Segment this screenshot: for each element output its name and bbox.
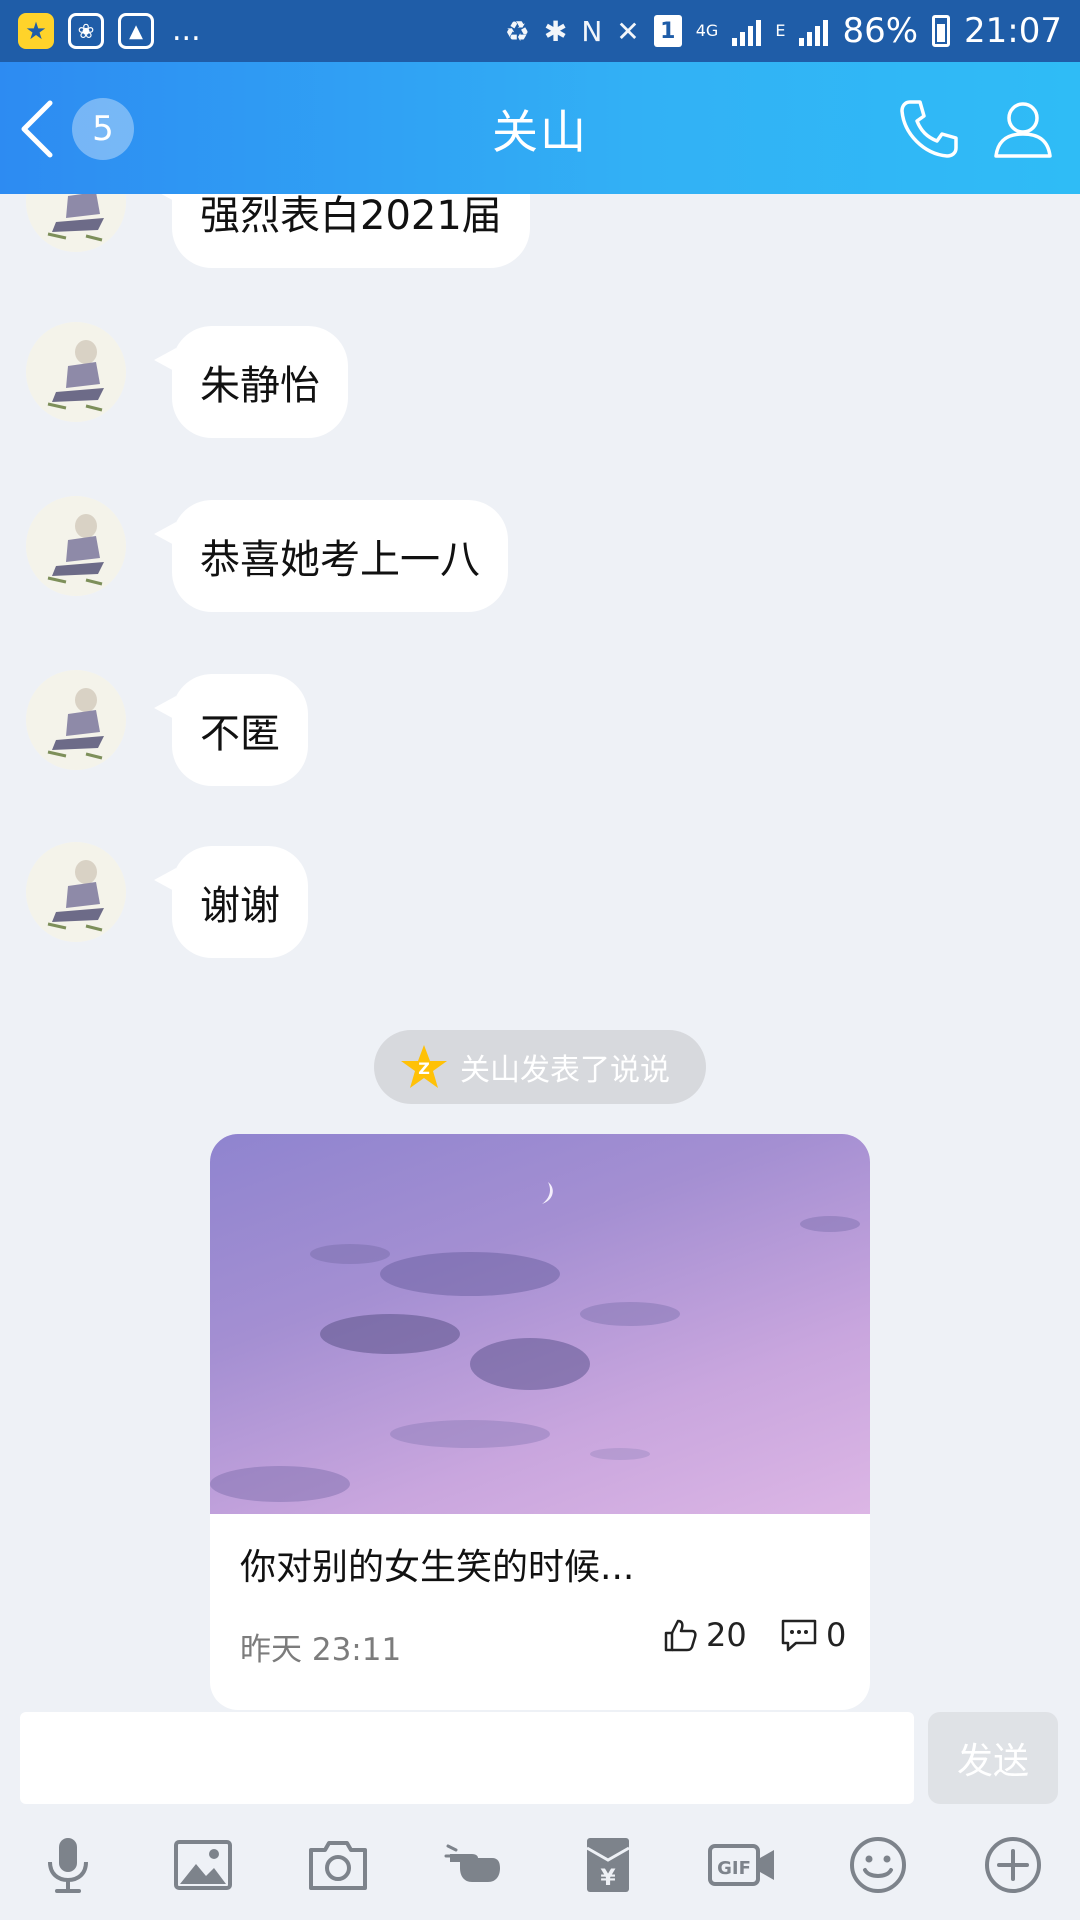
nfc-icon: N	[581, 14, 603, 48]
gif-button[interactable]: GIF	[675, 1810, 810, 1920]
avatar[interactable]	[26, 194, 126, 252]
qzone-star-icon: Z	[401, 1045, 447, 1088]
image-icon	[173, 1840, 232, 1890]
camera-icon	[308, 1841, 367, 1890]
gallery-notification-icon: ▲	[118, 13, 154, 49]
input-row: 发送	[0, 1710, 1080, 1810]
message-row: 不匿	[0, 670, 1080, 790]
profile-icon[interactable]	[990, 96, 1056, 162]
like-button[interactable]: 20	[662, 1616, 747, 1654]
mute-icon: ✕	[616, 14, 640, 48]
battery-percent: 86%	[842, 11, 919, 51]
voice-button[interactable]	[0, 1810, 135, 1920]
post-text: 你对别的女生笑的时候...	[240, 1547, 635, 1588]
message-row: 恭喜她考上一八	[0, 496, 1080, 616]
status-bar: ★ ❀ ▲ ... ♻ ✱ N ✕ 1 4G E 86% 21:07	[0, 0, 1080, 62]
input-toolbar: ¥ GIF	[0, 1810, 1080, 1920]
comment-button[interactable]: 0	[780, 1616, 846, 1654]
emoji-icon	[849, 1837, 906, 1893]
post-time: 昨天 23:11	[240, 1632, 402, 1668]
emoji-button[interactable]	[810, 1810, 945, 1920]
chat-header: 5 关山	[0, 62, 1080, 194]
signal-icon	[732, 16, 762, 46]
avatar[interactable]	[26, 842, 126, 942]
comment-icon	[781, 1619, 817, 1652]
camera-button[interactable]	[270, 1810, 405, 1920]
message-row: 强烈表白2021届	[0, 194, 1080, 272]
poke-hand-icon	[444, 1844, 500, 1882]
post-image	[210, 1134, 870, 1514]
bluetooth-icon: ✱	[543, 14, 568, 48]
message-bubble[interactable]: 恭喜她考上一八	[154, 500, 508, 612]
qq-notification-icon: ★	[18, 13, 54, 49]
like-count: 20	[706, 1616, 747, 1654]
signal-icon-2	[799, 16, 829, 46]
message-bubble[interactable]: 朱静怡	[154, 326, 348, 438]
message-bubble[interactable]: 强烈表白2021届	[154, 194, 530, 268]
network-type-2: E	[775, 21, 786, 40]
poke-button[interactable]	[405, 1810, 540, 1920]
message-input[interactable]	[20, 1712, 914, 1804]
microphone-icon	[47, 1838, 88, 1893]
network-type: 4G	[695, 21, 719, 40]
red-packet-button[interactable]: ¥	[540, 1810, 675, 1920]
send-button[interactable]: 发送	[928, 1712, 1058, 1804]
more-button[interactable]	[945, 1810, 1080, 1920]
thumbs-up-icon	[664, 1619, 697, 1652]
chat-area[interactable]: 强烈表白2021届 朱静怡 恭喜她考上一八 不匿 谢谢 Z 关山发表了说说 你对…	[0, 194, 1080, 1710]
comment-count: 0	[826, 1616, 847, 1654]
post-card[interactable]: 你对别的女生笑的时候... 昨天 23:11 20 0	[210, 1134, 870, 1710]
message-row: 朱静怡	[0, 322, 1080, 442]
avatar[interactable]	[26, 496, 126, 596]
message-bubble[interactable]: 不匿	[154, 674, 308, 786]
red-packet-icon: ¥	[585, 1838, 630, 1892]
avatar[interactable]	[26, 670, 126, 770]
system-notice-text: 关山发表了说说	[460, 1053, 670, 1088]
svg-text:GIF: GIF	[717, 1858, 751, 1879]
message-row: 谢谢	[0, 842, 1080, 962]
gif-icon: GIF	[707, 1844, 774, 1886]
avatar[interactable]	[26, 322, 126, 422]
svg-text:¥: ¥	[600, 1866, 616, 1891]
svg-text:Z: Z	[418, 1059, 430, 1078]
sim-indicator: 1	[653, 15, 682, 47]
baidu-paw-icon: ❀	[68, 13, 104, 49]
system-notice[interactable]: Z 关山发表了说说	[374, 1030, 706, 1104]
battery-icon	[932, 15, 951, 47]
recycle-icon: ♻	[504, 14, 530, 48]
more-notifications: ...	[172, 13, 201, 48]
plus-icon	[984, 1837, 1041, 1893]
image-button[interactable]	[135, 1810, 270, 1920]
phone-icon[interactable]	[896, 96, 962, 162]
clock: 21:07	[964, 11, 1062, 51]
message-bubble[interactable]: 谢谢	[154, 846, 308, 958]
